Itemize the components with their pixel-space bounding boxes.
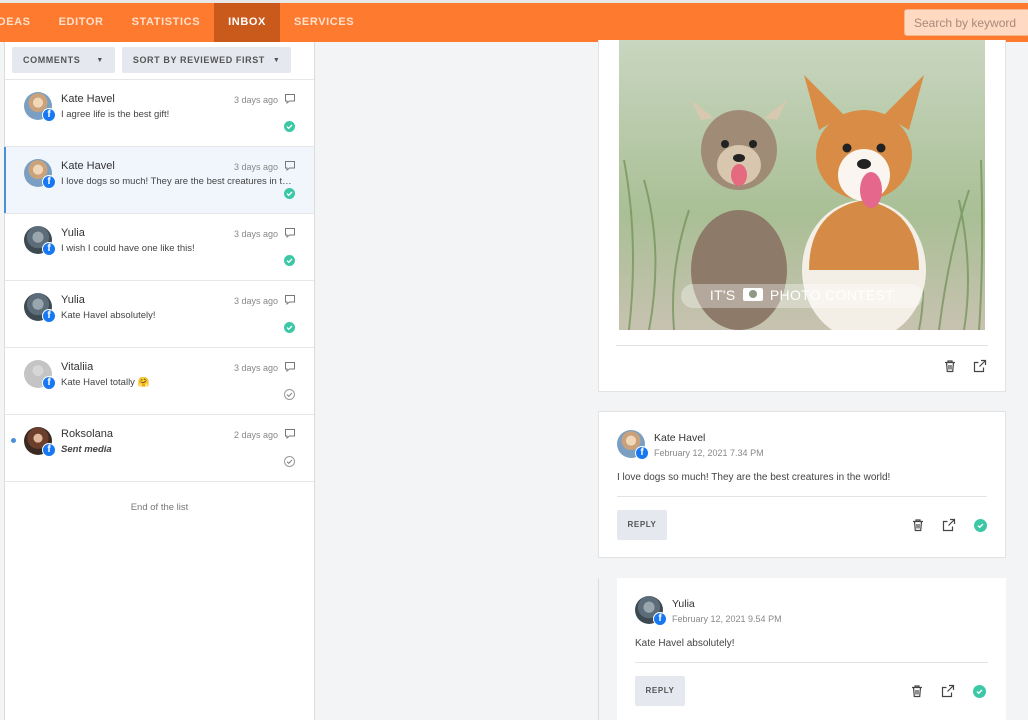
nav-tab-services[interactable]: SERVICES bbox=[280, 3, 368, 42]
comment-icon bbox=[285, 362, 295, 373]
nav-tab-editor[interactable]: EDITOR bbox=[45, 3, 118, 42]
reply-button[interactable]: REPLY bbox=[635, 676, 685, 706]
divider bbox=[635, 662, 988, 663]
message-list-item[interactable]: f Kate Havel I love dogs so much! They a… bbox=[4, 147, 314, 214]
facebook-icon: f bbox=[42, 242, 56, 256]
reviewed-check-icon[interactable] bbox=[284, 188, 295, 199]
unreviewed-check-icon[interactable] bbox=[284, 456, 295, 467]
photo-caption-right: PHOTO CONTEST bbox=[769, 287, 895, 303]
reviewed-check-icon[interactable] bbox=[284, 255, 295, 266]
avatar: f bbox=[24, 360, 56, 390]
search-input[interactable] bbox=[904, 9, 1028, 36]
external-link-icon[interactable] bbox=[973, 359, 987, 373]
nav-tab-inbox[interactable]: INBOX bbox=[214, 3, 280, 42]
inbox-list-panel: COMMENTS ▼ SORT BY REVIEWED FIRST ▼ f Ka… bbox=[4, 42, 315, 720]
message-list-item[interactable]: f Kate Havel I agree life is the best gi… bbox=[5, 80, 314, 147]
facebook-icon: f bbox=[42, 108, 56, 122]
message-preview: Kate Havel absolutely! bbox=[61, 310, 156, 321]
message-author: Roksolana bbox=[61, 428, 113, 440]
message-time: 2 days ago bbox=[233, 430, 278, 440]
avatar: f bbox=[617, 430, 649, 460]
post-card: IT'S PHOTO CONTEST bbox=[598, 40, 1006, 392]
divider bbox=[617, 496, 987, 497]
divider bbox=[616, 345, 988, 346]
facebook-icon: f bbox=[635, 446, 649, 460]
nav-tab-statistics[interactable]: STATISTICS bbox=[118, 3, 215, 42]
message-list-item[interactable]: f Yulia Kate Havel absolutely! 3 days ag… bbox=[5, 281, 314, 348]
comment-date: February 12, 2021 7.34 PM bbox=[654, 448, 764, 458]
comment-icon bbox=[285, 228, 295, 239]
photo-caption-left: IT'S bbox=[709, 287, 736, 303]
message-list-item[interactable]: f Yulia I wish I could have one like thi… bbox=[5, 214, 314, 281]
comment-author: Kate Havel bbox=[654, 432, 706, 444]
message-list-item[interactable]: f Roksolana Sent media 2 days ago bbox=[5, 415, 314, 482]
camera-icon bbox=[742, 288, 763, 301]
top-navigation-bar: IDEAS EDITOR STATISTICS INBOX SERVICES bbox=[0, 0, 1028, 42]
message-list-item[interactable]: f Vitaliia Kate Havel totally 🤗 3 days a… bbox=[5, 348, 314, 415]
comment-icon bbox=[285, 161, 295, 172]
thread-line bbox=[598, 578, 599, 720]
facebook-icon: f bbox=[42, 309, 56, 323]
caret-down-icon: ▼ bbox=[96, 56, 104, 64]
message-preview: Sent media bbox=[61, 444, 112, 455]
avatar: f bbox=[24, 159, 56, 189]
end-of-list-text: End of the list bbox=[130, 502, 189, 513]
facebook-icon: f bbox=[42, 443, 56, 457]
message-preview: Kate Havel totally 🤗 bbox=[61, 377, 150, 388]
reviewed-check-icon[interactable] bbox=[974, 519, 987, 532]
message-preview: I wish I could have one like this! bbox=[61, 243, 195, 254]
message-author: Vitaliia bbox=[61, 361, 94, 373]
trash-icon[interactable] bbox=[910, 684, 924, 698]
avatar: f bbox=[635, 596, 667, 626]
sort-dropdown[interactable]: SORT BY REVIEWED FIRST ▼ bbox=[121, 47, 292, 73]
facebook-icon: f bbox=[653, 612, 667, 626]
unreviewed-check-icon[interactable] bbox=[284, 389, 295, 400]
message-time: 3 days ago bbox=[233, 296, 278, 306]
trash-icon[interactable] bbox=[911, 518, 925, 532]
sort-label: SORT BY REVIEWED FIRST bbox=[132, 55, 265, 65]
message-time: 3 days ago bbox=[233, 229, 278, 239]
avatar: f bbox=[24, 92, 56, 122]
message-preview: I love dogs so much! They are the best c… bbox=[61, 176, 295, 187]
message-time: 3 days ago bbox=[233, 162, 278, 172]
reply-text: Kate Havel absolutely! bbox=[635, 638, 735, 649]
caret-down-icon: ▼ bbox=[272, 56, 281, 64]
message-preview: I agree life is the best gift! bbox=[61, 109, 170, 120]
type-filter-dropdown[interactable]: COMMENTS ▼ bbox=[12, 47, 115, 73]
message-author: Kate Havel bbox=[61, 93, 115, 105]
reply-author: Yulia bbox=[672, 598, 695, 610]
reply-button[interactable]: REPLY bbox=[617, 510, 667, 540]
trash-icon[interactable] bbox=[943, 359, 957, 373]
avatar: f bbox=[24, 293, 56, 323]
external-link-icon[interactable] bbox=[941, 684, 955, 698]
avatar: f bbox=[24, 226, 56, 256]
reviewed-check-icon[interactable] bbox=[973, 685, 986, 698]
unread-indicator bbox=[11, 438, 16, 443]
reply-card: f Yulia February 12, 2021 9.54 PM Kate H… bbox=[617, 578, 1006, 720]
comment-card: f Kate Havel February 12, 2021 7.34 PM I… bbox=[598, 411, 1006, 558]
message-time: 3 days ago bbox=[233, 363, 278, 373]
message-author: Yulia bbox=[61, 294, 85, 306]
type-filter-label: COMMENTS bbox=[23, 55, 81, 65]
message-time: 3 days ago bbox=[233, 95, 278, 105]
nav-tab-ideas[interactable]: IDEAS bbox=[0, 3, 45, 42]
comment-icon bbox=[285, 295, 295, 306]
facebook-icon: f bbox=[42, 376, 56, 390]
reply-date: February 12, 2021 9.54 PM bbox=[672, 614, 782, 624]
photo-caption: IT'S PHOTO CONTEST bbox=[619, 287, 985, 303]
external-link-icon[interactable] bbox=[942, 518, 956, 532]
post-image[interactable]: IT'S PHOTO CONTEST bbox=[619, 40, 985, 330]
comment-icon bbox=[285, 429, 295, 440]
comment-icon bbox=[285, 94, 295, 105]
message-author: Yulia bbox=[61, 227, 85, 239]
reviewed-check-icon[interactable] bbox=[284, 322, 295, 333]
filter-bar: COMMENTS ▼ SORT BY REVIEWED FIRST ▼ bbox=[5, 42, 314, 80]
message-author: Kate Havel bbox=[61, 160, 115, 172]
avatar: f bbox=[24, 427, 56, 457]
reviewed-check-icon[interactable] bbox=[284, 121, 295, 132]
main-nav: IDEAS EDITOR STATISTICS INBOX SERVICES bbox=[0, 3, 368, 42]
comment-text: I love dogs so much! They are the best c… bbox=[617, 472, 891, 483]
facebook-icon: f bbox=[42, 175, 56, 189]
